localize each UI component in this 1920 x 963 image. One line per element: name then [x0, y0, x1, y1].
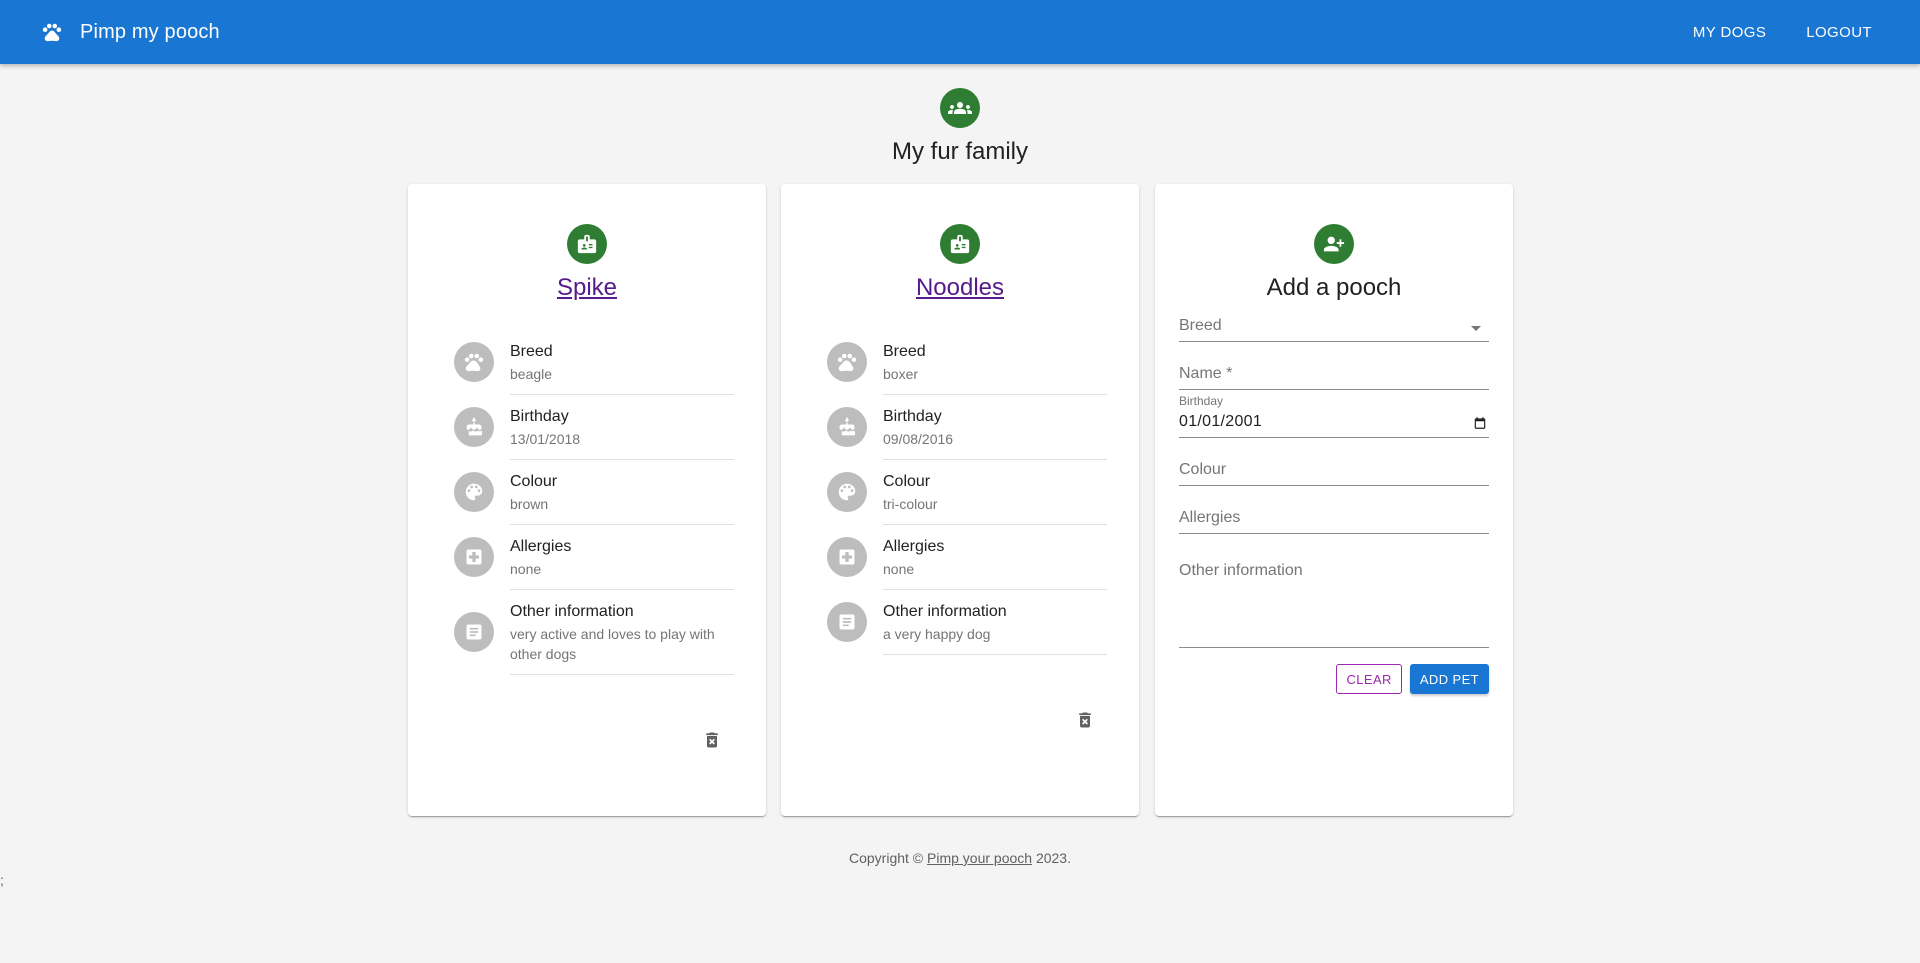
divider — [883, 654, 1107, 655]
dog-name-link[interactable]: Noodles — [916, 274, 1004, 302]
name-placeholder: Name * — [1179, 365, 1233, 382]
list-item-allergies: Allergies none — [827, 525, 1107, 589]
list-item-breed: Breed boxer — [827, 330, 1107, 394]
brand-link[interactable]: Pimp my pooch — [40, 20, 220, 44]
item-label: Breed — [510, 343, 553, 360]
form-title: Add a pooch — [1266, 274, 1402, 301]
dog-details-list: Breed boxer Birthday 09/08/2016 Colour t… — [827, 330, 1107, 655]
list-item-colour: Colour brown — [454, 460, 734, 524]
name-field[interactable]: Name * — [1179, 360, 1489, 390]
person-add-icon — [1314, 224, 1354, 264]
dog-card-noodles: Noodles Breed boxer Birthday 09/08/2016 — [781, 184, 1139, 816]
item-label: Other information — [510, 603, 634, 620]
item-value: a very happy dog — [883, 626, 991, 642]
breed-select[interactable]: Breed — [1179, 312, 1489, 342]
cake-icon — [827, 407, 867, 447]
list-item-birthday: Birthday 13/01/2018 — [454, 395, 734, 459]
allergies-field[interactable]: Allergies — [1179, 504, 1489, 534]
item-value: 13/01/2018 — [510, 431, 581, 447]
page-title: My fur family — [891, 138, 1028, 165]
calendar-icon[interactable] — [1473, 416, 1487, 430]
add-pet-button[interactable]: ADD PET — [1409, 664, 1489, 694]
birthday-value: 01/01/2001 — [1179, 413, 1263, 430]
allergies-placeholder: Allergies — [1179, 509, 1241, 526]
divider — [510, 674, 734, 675]
paw-icon — [827, 342, 867, 382]
item-label: Colour — [883, 473, 931, 490]
copyright-suffix: 2023. — [1032, 850, 1071, 866]
my-dogs-button[interactable]: MY DOGS — [1673, 16, 1786, 49]
stray-text: ; — [0, 872, 4, 888]
top-nav: MY DOGS LOGOUT — [1673, 16, 1892, 49]
family-icon — [940, 88, 980, 128]
item-value: none — [510, 561, 542, 577]
cake-icon — [454, 407, 494, 447]
delete-icon[interactable] — [700, 728, 724, 752]
list-item-breed: Breed beagle — [454, 330, 734, 394]
item-label: Colour — [510, 473, 558, 490]
item-value: none — [883, 561, 915, 577]
logout-button[interactable]: LOGOUT — [1786, 16, 1892, 49]
item-label: Birthday — [883, 408, 942, 425]
list-item-other-information: Other information very active and loves … — [454, 590, 734, 674]
item-label: Breed — [883, 343, 926, 360]
add-pooch-card: Add a pooch Breed Name * Birthday 01/01/… — [1155, 184, 1513, 816]
birthday-field[interactable]: Birthday 01/01/2001 — [1179, 394, 1489, 438]
badge-icon — [567, 224, 607, 264]
clear-button[interactable]: CLEAR — [1336, 664, 1402, 694]
list-item-colour: Colour tri-colour — [827, 460, 1107, 524]
list-item-allergies: Allergies none — [454, 525, 734, 589]
item-label: Birthday — [510, 408, 569, 425]
item-value: brown — [510, 496, 549, 512]
footer: Copyright © Pimp your pooch 2023. — [0, 850, 1920, 866]
medical-icon — [454, 537, 494, 577]
notes-icon — [454, 612, 494, 652]
list-item-birthday: Birthday 09/08/2016 — [827, 395, 1107, 459]
copyright-prefix: Copyright © — [848, 850, 927, 866]
birthday-label: Birthday — [1179, 394, 1224, 408]
delete-icon[interactable] — [1073, 708, 1097, 732]
dog-details-list: Breed beagle Birthday 13/01/2018 Colour … — [454, 330, 734, 675]
form-actions: CLEAR ADD PET — [1179, 664, 1489, 694]
item-value: beagle — [510, 366, 553, 382]
palette-icon — [454, 472, 494, 512]
other-information-placeholder: Other information — [1179, 562, 1303, 579]
paw-icon — [40, 20, 64, 44]
list-item-other-information: Other information a very happy dog — [827, 590, 1107, 654]
item-label: Other information — [883, 603, 1007, 620]
item-label: Allergies — [510, 538, 572, 555]
app-title: Pimp my pooch — [80, 20, 220, 43]
dog-name-link[interactable]: Spike — [557, 274, 617, 302]
item-value: tri-colour — [883, 496, 938, 512]
breed-placeholder: Breed — [1179, 317, 1222, 334]
colour-field[interactable]: Colour — [1179, 456, 1489, 486]
colour-placeholder: Colour — [1179, 461, 1227, 478]
dog-card-spike: Spike Breed beagle Birthday 13/01/2018 C… — [408, 184, 766, 816]
add-pooch-form: Breed Name * Birthday 01/01/2001 Colour … — [1179, 312, 1489, 694]
other-information-field[interactable]: Other information — [1179, 552, 1489, 648]
item-value: very active and loves to play with other… — [510, 626, 715, 662]
page-header: My fur family — [0, 88, 1920, 166]
footer-link[interactable]: Pimp your pooch — [927, 850, 1032, 866]
palette-icon — [827, 472, 867, 512]
chevron-down-icon — [1471, 326, 1481, 331]
notes-icon — [827, 602, 867, 642]
app-bar: Pimp my pooch MY DOGS LOGOUT — [0, 0, 1920, 64]
medical-icon — [827, 537, 867, 577]
badge-icon — [940, 224, 980, 264]
paw-icon — [454, 342, 494, 382]
item-value: boxer — [883, 366, 919, 382]
item-value: 09/08/2016 — [883, 431, 954, 447]
item-label: Allergies — [883, 538, 945, 555]
